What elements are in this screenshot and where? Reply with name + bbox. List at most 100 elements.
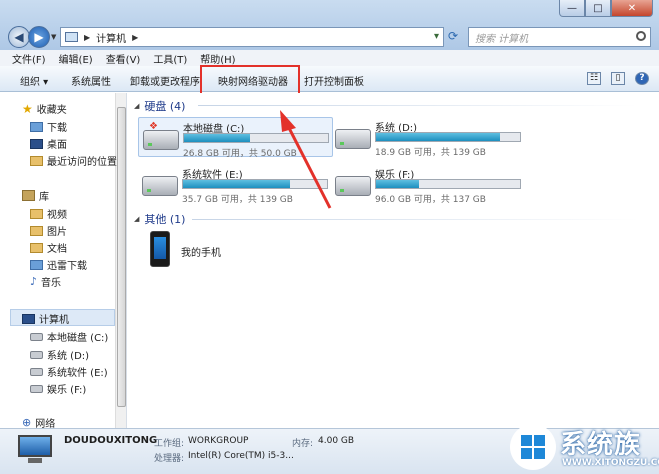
- library-icon: [22, 190, 35, 201]
- usage-bar: [182, 179, 328, 189]
- menu-help[interactable]: 帮助(H): [200, 51, 235, 66]
- minimize-button[interactable]: —: [559, 0, 585, 17]
- address-bar[interactable]: ▶ 计算机 ▶ ▾: [60, 27, 444, 47]
- nav-item-label: 下载: [47, 123, 67, 134]
- nav-item-label: 图片: [47, 227, 67, 238]
- menu-bar: 文件(F) 编辑(E) 查看(V) 工具(T) 帮助(H): [0, 50, 659, 66]
- nav-computer[interactable]: 计算机: [22, 311, 69, 326]
- arrow-right-icon: ▶: [34, 30, 44, 44]
- preview-pane-icon[interactable]: ▯: [611, 72, 625, 85]
- nav-libraries[interactable]: 库: [22, 188, 49, 203]
- drive-capacity: 35.7 GB 可用，共 139 GB: [182, 195, 293, 205]
- nav-item-drive-e[interactable]: 系统软件 (E:): [30, 364, 108, 379]
- memory-value: 4.00 GB: [318, 436, 355, 446]
- nav-item-desktop[interactable]: 桌面: [30, 136, 67, 151]
- help-icon[interactable]: ?: [635, 72, 649, 85]
- windows-logo-icon: [510, 424, 556, 470]
- usage-bar-fill: [183, 180, 290, 188]
- system-properties-button[interactable]: 系统属性: [71, 73, 111, 88]
- search-input[interactable]: 搜索 计算机: [468, 27, 651, 47]
- change-view-icon[interactable]: ☷: [587, 72, 601, 85]
- drive-capacity: 26.8 GB 可用，共 50.0 GB: [183, 149, 297, 159]
- nav-item-label: 娱乐 (F:): [47, 385, 87, 396]
- picture-icon: [30, 225, 43, 236]
- video-icon: [30, 208, 43, 219]
- collapse-icon[interactable]: ◢: [134, 215, 139, 223]
- arrow-left-icon: ◀: [14, 30, 24, 44]
- nav-item-label: 系统 (D:): [47, 351, 90, 362]
- content-pane: ◢ 硬盘 (4) ❖ 本地磁盘 (C:) 26.8 GB 可用，共 50.0 GB…: [128, 93, 659, 428]
- recent-pages-dropdown[interactable]: ▼: [51, 33, 56, 41]
- collapse-icon[interactable]: ◢: [134, 102, 139, 110]
- nav-item-videos[interactable]: 视频: [30, 206, 67, 221]
- nav-item-drive-d[interactable]: 系统 (D:): [30, 347, 89, 362]
- nav-scrollbar[interactable]: [115, 93, 126, 428]
- usage-bar: [183, 133, 329, 143]
- scrollbar-thumb[interactable]: [117, 107, 126, 407]
- dropdown-icon[interactable]: ▾: [434, 31, 439, 42]
- workgroup-value: WORKGROUP: [188, 436, 249, 446]
- nav-item-drive-f[interactable]: 娱乐 (F:): [30, 381, 86, 396]
- command-bar: 组织 ▾ 系统属性 卸载或更改程序 映射网络驱动器 打开控制面板 ☷ ▯ ?: [0, 66, 659, 92]
- nav-item-drive-c[interactable]: 本地磁盘 (C:): [30, 329, 108, 344]
- computer-icon: [65, 32, 78, 42]
- uninstall-program-button[interactable]: 卸载或更改程序: [130, 73, 200, 88]
- window-controls: — □ ✕: [559, 0, 653, 18]
- search-placeholder: 搜索 计算机: [475, 33, 529, 45]
- hard-drive-icon: [143, 130, 179, 150]
- forward-button[interactable]: ▶: [28, 26, 50, 48]
- nav-item-thunder-downloads[interactable]: 迅雷下载: [30, 257, 87, 272]
- group-label: 其他 (1): [144, 213, 186, 226]
- organize-button[interactable]: 组织 ▾: [20, 73, 48, 88]
- group-label: 硬盘 (4): [144, 100, 186, 113]
- usage-bar-fill: [376, 133, 500, 141]
- drive-capacity: 96.0 GB 可用，共 137 GB: [375, 195, 486, 205]
- close-button[interactable]: ✕: [611, 0, 653, 17]
- drive-d[interactable]: 系统 (D:) 18.9 GB 可用，共 139 GB: [331, 117, 526, 158]
- download-folder-icon: [30, 121, 43, 132]
- chevron-right-icon[interactable]: ▶: [84, 33, 90, 42]
- menu-tools[interactable]: 工具(T): [153, 51, 187, 66]
- menu-view[interactable]: 查看(V): [106, 51, 141, 66]
- folder-icon: [30, 259, 43, 270]
- memory-label: 内存:: [292, 439, 314, 449]
- processor-value: Intel(R) Core(TM) i5-3...: [188, 451, 294, 461]
- refresh-icon[interactable]: ⟳: [448, 29, 458, 43]
- nav-item-music[interactable]: ♪ 音乐: [30, 274, 61, 289]
- group-divider: [192, 219, 638, 220]
- menu-file[interactable]: 文件(F): [12, 51, 46, 66]
- maximize-button[interactable]: □: [585, 0, 611, 17]
- nav-favorites[interactable]: ★ 收藏夹: [22, 101, 67, 117]
- drive-f[interactable]: 娱乐 (F:) 96.0 GB 可用，共 137 GB: [331, 164, 526, 205]
- hard-drive-icon: [142, 176, 178, 196]
- processor-label: 处理器:: [154, 454, 185, 464]
- group-other[interactable]: ◢ 其他 (1): [134, 211, 185, 227]
- search-icon: [636, 31, 646, 41]
- nav-item-documents[interactable]: 文档: [30, 240, 67, 255]
- watermark-url: WWW.XITONGZU.COM: [562, 458, 659, 468]
- drive-capacity: 18.9 GB 可用，共 139 GB: [375, 148, 486, 158]
- group-hard-drives[interactable]: ◢ 硬盘 (4): [134, 98, 185, 114]
- usage-bar: [375, 132, 521, 142]
- chevron-right-icon[interactable]: ▶: [132, 33, 138, 42]
- hard-drive-icon: [335, 176, 371, 196]
- drive-c[interactable]: ❖ 本地磁盘 (C:) 26.8 GB 可用，共 50.0 GB: [138, 117, 333, 159]
- star-icon: ★: [22, 101, 33, 116]
- drive-icon: [30, 367, 43, 376]
- nav-item-downloads[interactable]: 下载: [30, 119, 67, 134]
- drive-icon: [30, 350, 43, 359]
- phone-icon[interactable]: [150, 231, 170, 267]
- group-divider: [198, 105, 638, 106]
- nav-item-label: 视频: [47, 210, 67, 221]
- computer-icon: [22, 313, 35, 324]
- open-control-panel-button[interactable]: 打开控制面板: [304, 73, 364, 88]
- nav-item-recent[interactable]: 最近访问的位置: [30, 153, 117, 168]
- windows-logo-icon: ❖: [149, 121, 158, 132]
- menu-edit[interactable]: 编辑(E): [59, 51, 93, 66]
- drive-e[interactable]: 系统软件 (E:) 35.7 GB 可用，共 139 GB: [138, 164, 333, 205]
- back-button[interactable]: ◀: [8, 26, 30, 48]
- device-name[interactable]: 我的手机: [181, 244, 221, 259]
- hard-drive-icon: [335, 129, 371, 149]
- nav-item-pictures[interactable]: 图片: [30, 223, 67, 238]
- breadcrumb-computer[interactable]: 计算机: [96, 30, 126, 45]
